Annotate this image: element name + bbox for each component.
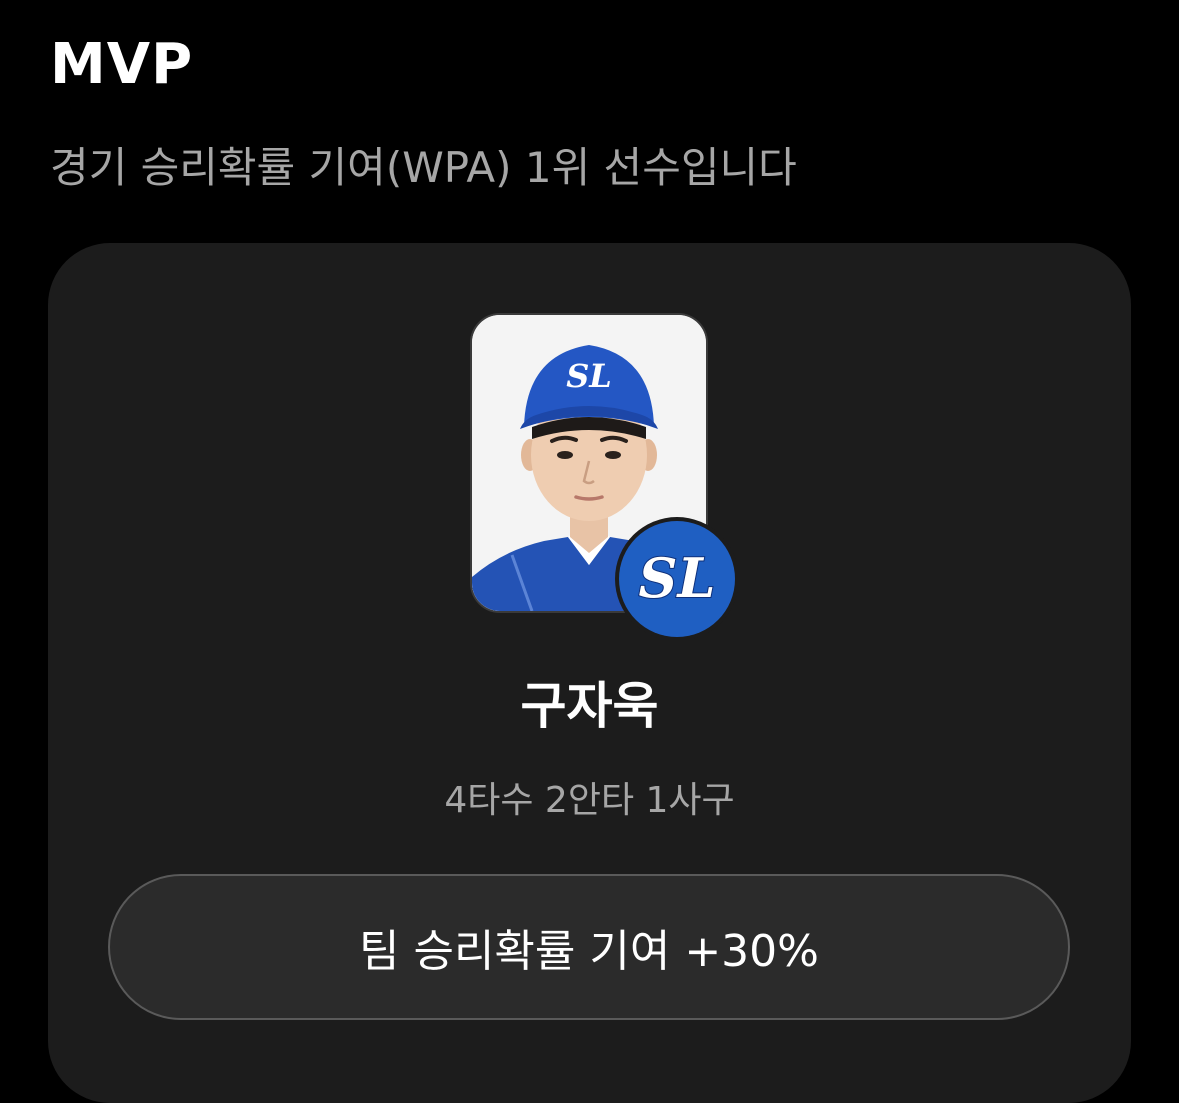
player-stats: 4타수 2안타 1사구 (444, 780, 735, 821)
player-name: 구자욱 (520, 677, 659, 735)
team-logo-badge: SL (615, 517, 739, 641)
page-subtitle: 경기 승리확률 기여(WPA) 1위 선수입니다 (50, 143, 797, 192)
team-logo-icon: SL (619, 521, 735, 637)
wpa-contribution-button[interactable]: 팀 승리확률 기여 +30% (108, 874, 1070, 1020)
wpa-contribution-label: 팀 승리확률 기여 +30% (359, 926, 819, 977)
team-logo-text: SL (639, 546, 716, 610)
mvp-card: SL SL 구자욱 4타수 2안타 1사구 팀 승리확률 기여 +30% (48, 243, 1131, 1103)
page-title: MVP (50, 32, 194, 97)
svg-text:SL: SL (566, 357, 612, 395)
